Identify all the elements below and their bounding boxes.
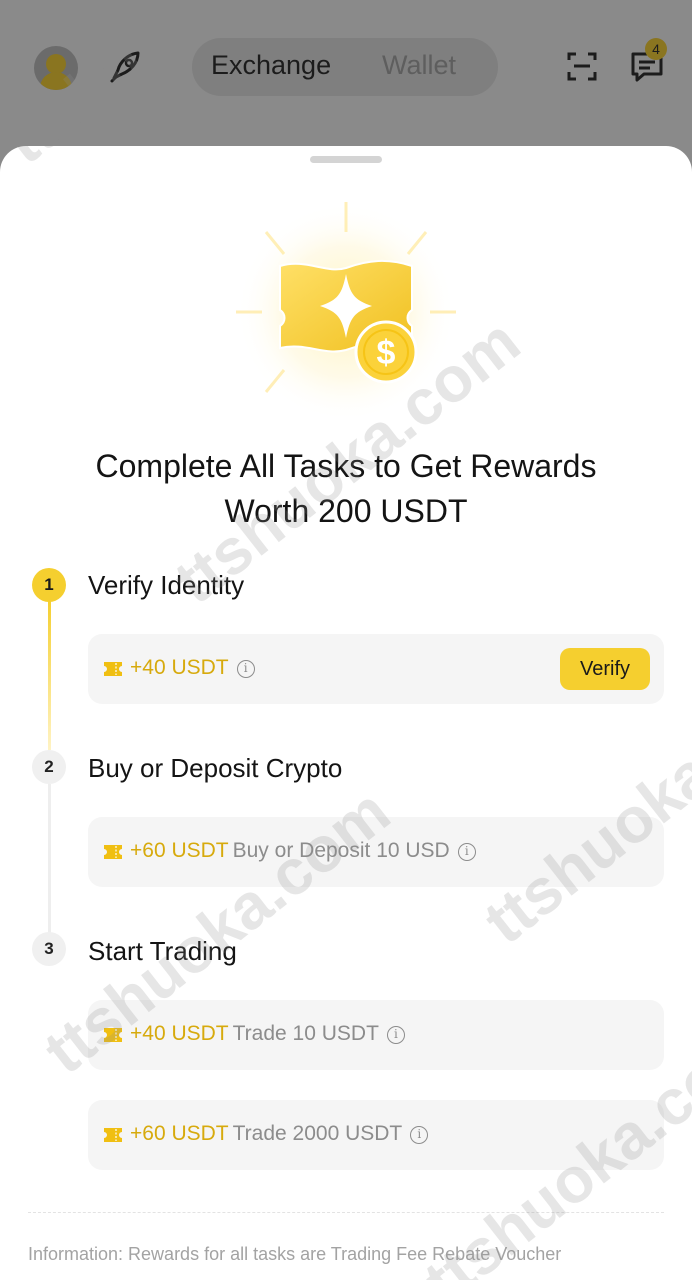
info-icon[interactable]: i <box>457 843 476 861</box>
voucher-icon <box>104 1128 122 1142</box>
task-buy-or-deposit: +60 USDT Buy or Deposit 10 USD i <box>88 817 664 887</box>
step-1-title: Verify Identity <box>88 570 245 600</box>
avatar[interactable] <box>34 46 78 90</box>
task-description: Trade 2000 USDT <box>232 1122 403 1145</box>
voucher-icon <box>104 662 122 676</box>
reward-amount: +60 USDT <box>130 839 229 862</box>
tab-exchange[interactable]: Exchange <box>211 50 331 81</box>
task-description: Buy or Deposit 10 USD <box>232 839 450 862</box>
info-icon[interactable]: i <box>386 1026 405 1044</box>
info-icon[interactable]: i <box>410 1126 429 1144</box>
reward-amount: +40 USDT <box>130 656 229 679</box>
verify-button[interactable]: Verify <box>560 648 650 690</box>
step-1-number: 1 <box>32 568 66 602</box>
timeline-line <box>48 784 51 934</box>
tab-wallet[interactable]: Wallet <box>382 50 456 81</box>
task-description: Trade 10 USDT <box>232 1022 379 1045</box>
step-2-number: 2 <box>32 750 66 784</box>
message-badge: 4 <box>645 38 667 60</box>
step-3-number: 3 <box>32 932 66 966</box>
step-3-title: Start Trading <box>88 936 237 966</box>
info-icon[interactable]: i <box>236 660 255 678</box>
rewards-sheet: $ Complete All Tasks to Get Rewards Wort… <box>0 146 692 1280</box>
task-verify-identity: +40 USDT i Verify <box>88 634 664 704</box>
divider <box>28 1212 664 1213</box>
rocket-icon[interactable] <box>106 48 144 86</box>
sheet-grabber[interactable] <box>310 156 382 163</box>
reward-amount: +40 USDT <box>130 1022 229 1045</box>
reward-voucher-icon: $ <box>236 202 456 422</box>
scan-icon[interactable] <box>566 50 598 82</box>
step-2-title: Buy or Deposit Crypto <box>88 753 343 783</box>
svg-text:$: $ <box>377 334 396 372</box>
task-trade-10: +40 USDT Trade 10 USDT i <box>88 1000 664 1070</box>
voucher-icon <box>104 1028 122 1042</box>
info-note: Information: Rewards for all tasks are T… <box>28 1244 562 1264</box>
task-trade-2000: +60 USDT Trade 2000 USDT i <box>88 1100 664 1170</box>
page-title: Complete All Tasks to Get Rewards Worth … <box>95 448 597 529</box>
voucher-icon <box>104 845 122 859</box>
timeline-progress-line <box>48 600 51 750</box>
reward-amount: +60 USDT <box>130 1122 229 1145</box>
